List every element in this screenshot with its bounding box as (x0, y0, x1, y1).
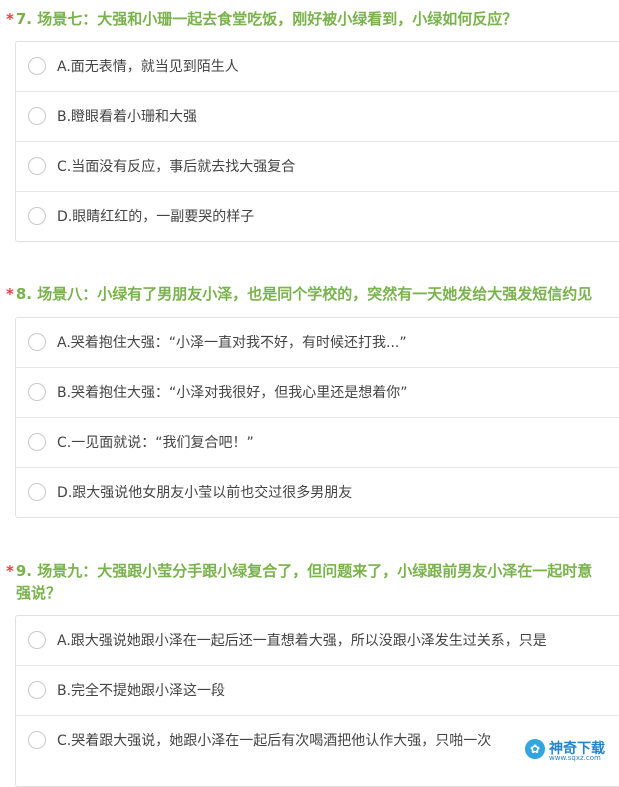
option-a[interactable]: A.跟大强说她跟小泽在一起后还一直想着大强，所以没跟小泽发生过关系，只是 (16, 616, 619, 666)
question-text: 8. 场景八：小绿有了男朋友小泽，也是同个学校的，突然有一天她发给大强发短信约见 (15, 285, 593, 303)
question-title: * 9. 场景九：大强跟小莹分手跟小绿复合了，但问题来了，小绿跟前男友小泽在一起时… (6, 560, 593, 602)
option-c[interactable]: C.当面没有反应，事后就去找大强复合 (16, 142, 619, 192)
radio-button[interactable] (28, 57, 46, 75)
gear-flower-icon: ✿ (525, 739, 545, 759)
option-label: B.瞪眼看着小珊和大强 (57, 109, 198, 125)
site-watermark: ✿ 神奇下载 www.sqxz.com (523, 737, 611, 763)
option-label: A.面无表情，就当见到陌生人 (57, 59, 239, 75)
radio-button[interactable] (28, 107, 46, 125)
option-b[interactable]: B.完全不提她跟小泽这一段 (16, 666, 619, 716)
option-a[interactable]: A.哭着抱住大强：“小泽一直对我不好，有时候还打我...” (16, 318, 619, 368)
option-label: C.哭着跟大强说，她跟小泽在一起后有次喝酒把他认作大强，只啪一次 (57, 733, 492, 749)
required-asterisk: * (6, 562, 14, 580)
option-c[interactable]: C.一见面就说：“我们复合吧！” (16, 418, 619, 468)
watermark-url: www.sqxz.com (549, 754, 601, 762)
radio-button[interactable] (28, 483, 46, 501)
question-text-continued: 强说？ (16, 584, 62, 602)
option-label: A.哭着抱住大强：“小泽一直对我不好，有时候还打我...” (57, 335, 407, 351)
question-title: * 8. 场景八：小绿有了男朋友小泽，也是同个学校的，突然有一天她发给大强发短信约… (6, 283, 592, 305)
option-d[interactable]: D.跟大强说他女朋友小莹以前也交过很多男朋友 (16, 468, 619, 517)
required-asterisk: * (6, 10, 14, 28)
options-list: A.面无表情，就当见到陌生人 B.瞪眼看着小珊和大强 C.当面没有反应，事后就去… (15, 41, 619, 242)
radio-button[interactable] (28, 383, 46, 401)
required-asterisk: * (6, 285, 14, 303)
option-label: C.一见面就说：“我们复合吧！” (57, 435, 254, 451)
radio-button[interactable] (28, 207, 46, 225)
option-a[interactable]: A.面无表情，就当见到陌生人 (16, 42, 619, 92)
option-label: D.眼睛红红的，一副要哭的样子 (57, 209, 255, 225)
question-text: 9. 场景九：大强跟小莹分手跟小绿复合了，但问题来了，小绿跟前男友小泽在一起时意 (15, 562, 593, 580)
option-b[interactable]: B.哭着抱住大强：“小泽对我很好，但我心里还是想着你” (16, 368, 619, 418)
option-d[interactable]: D.眼睛红红的，一副要哭的样子 (16, 192, 619, 241)
option-label: B.完全不提她跟小泽这一段 (57, 683, 226, 699)
option-label: D.跟大强说他女朋友小莹以前也交过很多男朋友 (57, 485, 353, 501)
radio-button[interactable] (28, 433, 46, 451)
radio-button[interactable] (28, 333, 46, 351)
radio-button[interactable] (28, 157, 46, 175)
radio-button[interactable] (28, 731, 46, 749)
radio-button[interactable] (28, 631, 46, 649)
question-text: 7. 场景七：大强和小珊一起去食堂吃饭，刚好被小绿看到，小绿如何反应？ (15, 10, 518, 28)
option-label: C.当面没有反应，事后就去找大强复合 (57, 159, 296, 175)
option-b[interactable]: B.瞪眼看着小珊和大强 (16, 92, 619, 142)
option-label: A.跟大强说她跟小泽在一起后还一直想着大强，所以没跟小泽发生过关系，只是 (57, 633, 547, 649)
options-list: A.哭着抱住大强：“小泽一直对我不好，有时候还打我...” B.哭着抱住大强：“… (15, 317, 619, 518)
question-title: * 7. 场景七：大强和小珊一起去食堂吃饭，刚好被小绿看到，小绿如何反应？ (6, 8, 517, 30)
radio-button[interactable] (28, 681, 46, 699)
option-label: B.哭着抱住大强：“小泽对我很好，但我心里还是想着你” (57, 385, 408, 401)
